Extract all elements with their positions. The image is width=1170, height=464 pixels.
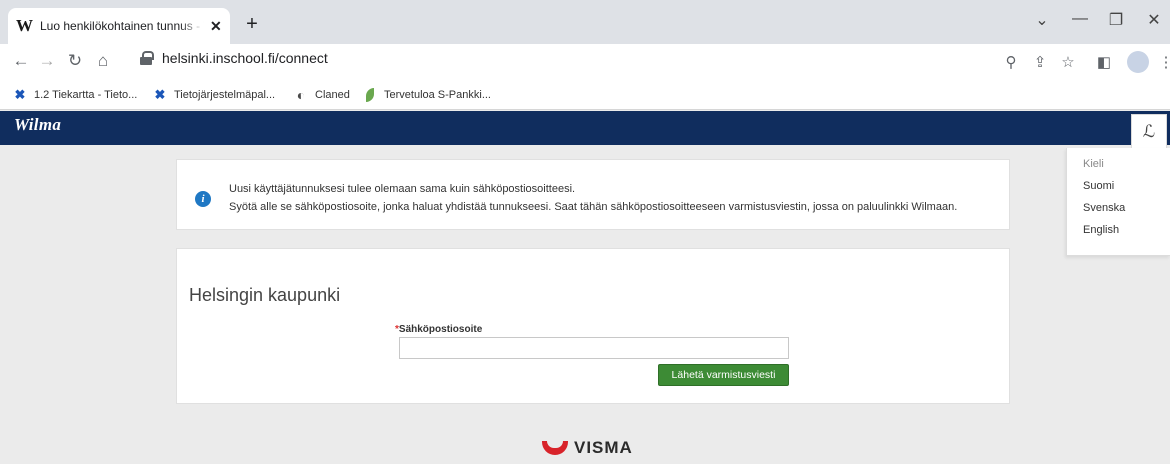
organization-title: Helsingin kaupunki — [189, 285, 341, 305]
email-field[interactable] — [399, 337, 789, 359]
visma-logo: VISMA — [542, 438, 633, 458]
tab-title: Luo henkilökohtainen tunnus - Wilma — [40, 19, 204, 33]
info-text-line-2: Syötä alle se sähköpostiosoite, jonka ha… — [229, 201, 958, 213]
bookmark-star-icon[interactable]: ☆ — [1057, 53, 1079, 71]
visma-wordmark: VISMA — [574, 438, 633, 457]
language-option-suomi[interactable]: Suomi — [1083, 180, 1114, 192]
language-icon: ℒ — [1142, 121, 1156, 141]
browser-tab-strip: W Luo henkilökohtainen tunnus - Wilma ✕ … — [0, 0, 1170, 44]
language-menu: Kieli Suomi Svenska English — [1066, 148, 1170, 256]
send-verification-button[interactable]: Lähetä varmistusviesti — [658, 364, 789, 386]
language-option-english[interactable]: English — [1083, 224, 1119, 236]
profile-avatar-icon[interactable] — [1127, 51, 1149, 73]
share-icon[interactable]: ⇪ — [1029, 53, 1051, 71]
address-bar[interactable]: helsinki.inschool.fi/connect — [140, 50, 328, 66]
wilma-header: Wilma — [0, 111, 1170, 145]
claned-icon: ◐ — [296, 87, 306, 103]
leaf-icon — [366, 88, 374, 102]
email-field-label: *Sähköpostiosoite — [395, 324, 482, 335]
bookmark-label: Claned — [315, 89, 350, 101]
home-icon[interactable]: ⌂ — [92, 51, 114, 71]
bookmark-item[interactable]: ✖ Tietojärjestelmäpal... — [152, 87, 276, 102]
language-button[interactable]: ℒ — [1131, 114, 1167, 148]
bookmark-label: 1.2 Tiekartta - Tieto... — [34, 89, 138, 101]
bookmarks-bar: ✖ 1.2 Tiekartta - Tieto... ✖ Tietojärjes… — [0, 80, 1170, 110]
browser-toolbar: ← → ↻ ⌂ helsinki.inschool.fi/connect ⚲ ⇪… — [0, 44, 1170, 80]
back-arrow-icon[interactable]: ← — [10, 51, 32, 71]
x-icon: ✖ — [14, 87, 26, 102]
bookmark-label: Tervetuloa S-Pankki... — [384, 89, 491, 101]
wilma-favicon-icon: W — [16, 16, 33, 35]
wilma-logo[interactable]: Wilma — [14, 115, 61, 135]
email-form-card: Helsingin kaupunki *Sähköpostiosoite Läh… — [176, 248, 1010, 404]
browser-menu-icon[interactable]: ⋮ — [1155, 53, 1170, 71]
side-panel-icon[interactable]: ◧ — [1093, 53, 1115, 71]
forward-arrow-icon[interactable]: → — [36, 51, 58, 71]
info-text-line-1: Uusi käyttäjätunnuksesi tulee olemaan sa… — [229, 183, 576, 195]
zoom-icon[interactable]: ⚲ — [1000, 53, 1022, 71]
language-option-svenska[interactable]: Svenska — [1083, 202, 1125, 214]
tab-close-icon[interactable]: ✕ — [210, 18, 222, 35]
url-text[interactable]: helsinki.inschool.fi/connect — [162, 50, 328, 66]
bookmark-item[interactable]: ✖ 1.2 Tiekartta - Tieto... — [12, 87, 138, 102]
info-icon: i — [195, 191, 211, 207]
language-menu-heading: Kieli — [1083, 158, 1104, 170]
restore-window-icon[interactable]: ❐ — [1104, 10, 1128, 30]
new-tab-button[interactable]: + — [240, 13, 264, 36]
bookmark-item[interactable]: ◐ Claned — [293, 88, 350, 102]
browser-tab[interactable]: W Luo henkilökohtainen tunnus - Wilma ✕ — [8, 8, 230, 44]
tab-search-chevron-icon[interactable]: ⌄ — [1030, 10, 1054, 30]
info-notice: i Uusi käyttäjätunnuksesi tulee olemaan … — [176, 159, 1010, 230]
reload-icon[interactable]: ↻ — [64, 51, 86, 71]
lock-icon[interactable] — [140, 51, 154, 65]
close-window-icon[interactable]: ✕ — [1142, 10, 1166, 30]
visma-mark-icon — [542, 441, 568, 455]
minimize-window-icon[interactable]: — — [1068, 10, 1092, 28]
email-label-text: Sähköpostiosoite — [398, 324, 483, 335]
bookmark-item[interactable]: Tervetuloa S-Pankki... — [362, 88, 491, 102]
bookmark-label: Tietojärjestelmäpal... — [174, 89, 276, 101]
x-icon: ✖ — [154, 87, 166, 102]
